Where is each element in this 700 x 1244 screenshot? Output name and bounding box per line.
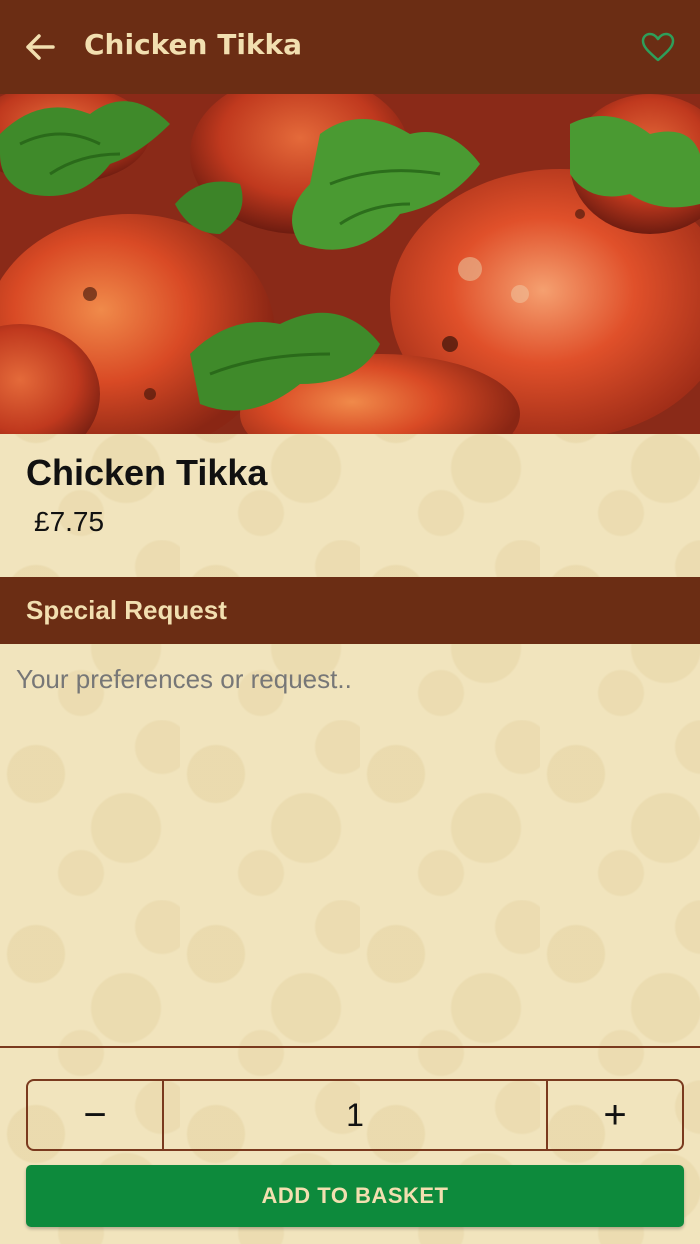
increase-quantity-button[interactable]: + xyxy=(546,1081,682,1149)
divider xyxy=(0,1046,700,1048)
item-photo xyxy=(0,94,700,434)
item-price: £7.75 xyxy=(34,506,105,537)
heart-outline-icon xyxy=(641,32,675,62)
favorite-button[interactable] xyxy=(638,27,678,67)
food-photo xyxy=(0,94,700,434)
arrow-left-icon xyxy=(26,34,55,60)
add-to-basket-button[interactable]: ADD TO BASKET xyxy=(26,1165,684,1227)
quantity-value: 1 xyxy=(346,1096,364,1133)
item-name: Chicken Tikka xyxy=(26,452,268,493)
app-header: Chicken Tikka xyxy=(0,0,700,94)
page-title: Chicken Tikka xyxy=(84,28,303,61)
decrease-quantity-button[interactable]: − xyxy=(28,1081,164,1149)
special-request-input[interactable] xyxy=(0,644,700,1046)
special-request-header: Special Request xyxy=(0,577,700,644)
special-request-title: Special Request xyxy=(26,595,227,625)
quantity-stepper: − 1 + xyxy=(26,1079,684,1151)
back-button[interactable] xyxy=(20,27,60,67)
